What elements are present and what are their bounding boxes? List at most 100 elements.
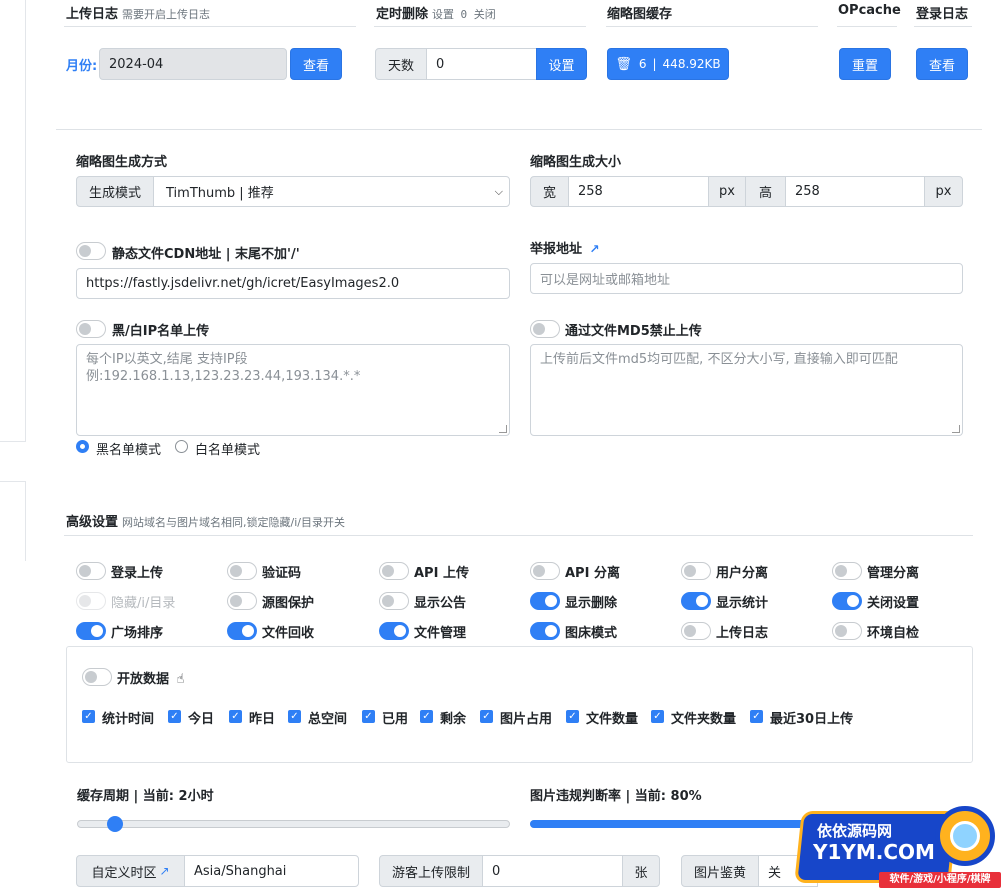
- external-link-icon[interactable]: ↗: [590, 242, 600, 256]
- hand-pointer-icon: ☝: [176, 672, 185, 687]
- advanced-toggle[interactable]: [379, 622, 409, 640]
- open-data-checkbox[interactable]: ✓: [420, 710, 433, 723]
- open-data-checkbox[interactable]: ✓: [480, 710, 493, 723]
- divider: [64, 535, 973, 536]
- ip-list-toggle[interactable]: [76, 320, 106, 338]
- thumb-cache-size: 448.92KB: [662, 57, 721, 71]
- cdn-toggle[interactable]: [76, 242, 106, 260]
- open-data-toggle[interactable]: [82, 668, 112, 686]
- days-addon: 天数: [375, 48, 427, 80]
- advanced-toggle[interactable]: [681, 562, 711, 580]
- chevron-down-icon: ⌵: [494, 184, 503, 198]
- mode-select[interactable]: TimThumb | 推荐 ⌵: [153, 176, 510, 207]
- open-data-checkbox[interactable]: ✓: [651, 710, 664, 723]
- advanced-toggle-label: API 分离: [565, 566, 620, 581]
- days-input[interactable]: 0: [426, 48, 537, 80]
- open-data-checkbox-label: 文件数量: [586, 712, 639, 727]
- whitelist-label: 白名单模式: [195, 443, 261, 458]
- magnifier-icon: [935, 806, 995, 866]
- open-data-checkbox-label: 统计时间: [102, 712, 155, 727]
- advanced-toggle[interactable]: [530, 562, 560, 580]
- thumb-method-title: 缩略图生成方式: [76, 155, 168, 170]
- ip-list-label: 黑/白IP名单上传: [112, 324, 210, 339]
- advanced-toggle[interactable]: [832, 562, 862, 580]
- open-data-checkbox[interactable]: ✓: [229, 710, 242, 723]
- advanced-toggle[interactable]: [379, 562, 409, 580]
- advanced-toggle[interactable]: [379, 592, 409, 610]
- height-addon: 高: [745, 176, 786, 207]
- advanced-toggle[interactable]: [681, 622, 711, 640]
- open-data-checkbox-label: 最近30日上传: [770, 712, 854, 727]
- upload-log-view-button[interactable]: 查看: [290, 48, 342, 80]
- advanced-toggle-label: 显示删除: [565, 596, 618, 611]
- external-link-icon[interactable]: ↗: [159, 864, 169, 878]
- advanced-toggle[interactable]: [530, 592, 560, 610]
- thumb-size-title: 缩略图生成大小: [530, 155, 622, 170]
- auto-delete-set-button[interactable]: 设置: [536, 48, 587, 80]
- open-data-checkbox-label: 剩余: [440, 712, 467, 727]
- height-input[interactable]: 258: [785, 176, 925, 207]
- open-data-panel: [66, 646, 973, 763]
- thumb-cache-title: 缩略图缓存: [607, 7, 673, 22]
- divider: [837, 26, 897, 27]
- advanced-toggle[interactable]: [76, 562, 106, 580]
- advanced-toggle[interactable]: [76, 622, 106, 640]
- cache-slider-thumb[interactable]: [107, 816, 124, 832]
- open-data-checkbox-label: 已用: [382, 712, 409, 727]
- section-divider: [56, 129, 982, 130]
- advanced-toggle[interactable]: [227, 622, 257, 640]
- md5-label: 通过文件MD5禁止上传: [565, 324, 702, 339]
- open-data-checkbox[interactable]: ✓: [288, 710, 301, 723]
- advanced-toggle-label: 广场排序: [111, 626, 164, 641]
- width-input[interactable]: 258: [568, 176, 709, 207]
- violation-label: 图片违规判断率 | 当前: 80%: [530, 789, 702, 804]
- left-panel-edge-2: [0, 481, 26, 561]
- trash-icon: 🗑: [615, 56, 632, 72]
- advanced-toggle[interactable]: [227, 592, 257, 610]
- report-input[interactable]: 可以是网址或邮箱地址: [530, 263, 963, 294]
- advanced-toggle[interactable]: [681, 592, 711, 610]
- ip-list-textarea[interactable]: 每个IP以英文,结尾 支持IP段 例:192.168.1.13,123.23.2…: [76, 344, 510, 436]
- advanced-toggle-label: 登录上传: [111, 566, 164, 581]
- cache-slider-track[interactable]: [77, 820, 510, 828]
- guest-limit-input[interactable]: 0: [482, 855, 623, 887]
- advanced-toggle-label: 上传日志: [716, 626, 769, 641]
- timezone-input[interactable]: Asia/Shanghai: [184, 855, 359, 887]
- open-data-checkbox[interactable]: ✓: [362, 710, 375, 723]
- open-data-checkbox[interactable]: ✓: [566, 710, 579, 723]
- advanced-toggle[interactable]: [832, 622, 862, 640]
- open-data-checkbox-label: 今日: [188, 712, 215, 727]
- thumb-cache-count: 6: [638, 57, 647, 71]
- blacklist-radio[interactable]: [76, 440, 89, 453]
- thumb-cache-button[interactable]: 🗑 6 | 448.92KB: [607, 48, 729, 80]
- month-label: 月份:: [66, 59, 98, 74]
- advanced-toggle[interactable]: [227, 562, 257, 580]
- md5-textarea[interactable]: 上传前后文件md5均可匹配, 不区分大小写, 直接输入即可匹配: [530, 344, 963, 436]
- open-data-checkbox[interactable]: ✓: [168, 710, 181, 723]
- advanced-toggle-label: API 上传: [414, 566, 469, 581]
- advanced-toggle[interactable]: [530, 622, 560, 640]
- open-data-checkbox-label: 总空间: [308, 712, 348, 727]
- advanced-toggle[interactable]: [832, 592, 862, 610]
- whitelist-radio[interactable]: [175, 440, 188, 453]
- watermark-tagline: 软件/游戏/小程序/棋牌: [879, 872, 1001, 888]
- open-data-checkbox-label: 昨日: [249, 712, 276, 727]
- open-data-checkbox[interactable]: ✓: [750, 710, 763, 723]
- login-log-view-button[interactable]: 查看: [916, 48, 968, 80]
- advanced-toggle-label: 隐藏/i/目录: [111, 596, 176, 611]
- timezone-addon: 自定义时区 ↗: [76, 855, 185, 887]
- open-data-checkbox-label: 图片占用: [500, 712, 553, 727]
- month-input[interactable]: 2024-04: [99, 48, 287, 80]
- advanced-toggle-label: 用户分离: [716, 566, 769, 581]
- advanced-toggle-label: 显示公告: [414, 596, 467, 611]
- opcache-reset-button[interactable]: 重置: [839, 48, 891, 80]
- divider: [606, 26, 818, 27]
- mode-select-value: TimThumb | 推荐: [166, 186, 274, 201]
- advanced-toggle-label: 关闭设置: [867, 596, 920, 611]
- cdn-input[interactable]: https://fastly.jsdelivr.net/gh/icret/Eas…: [76, 268, 510, 299]
- md5-toggle[interactable]: [530, 320, 560, 338]
- open-data-checkbox-label: 文件夹数量: [671, 712, 737, 727]
- open-data-checkbox[interactable]: ✓: [82, 710, 95, 723]
- watermark-domain: Y1YM.COM: [813, 840, 935, 864]
- height-unit-addon: px: [924, 176, 963, 207]
